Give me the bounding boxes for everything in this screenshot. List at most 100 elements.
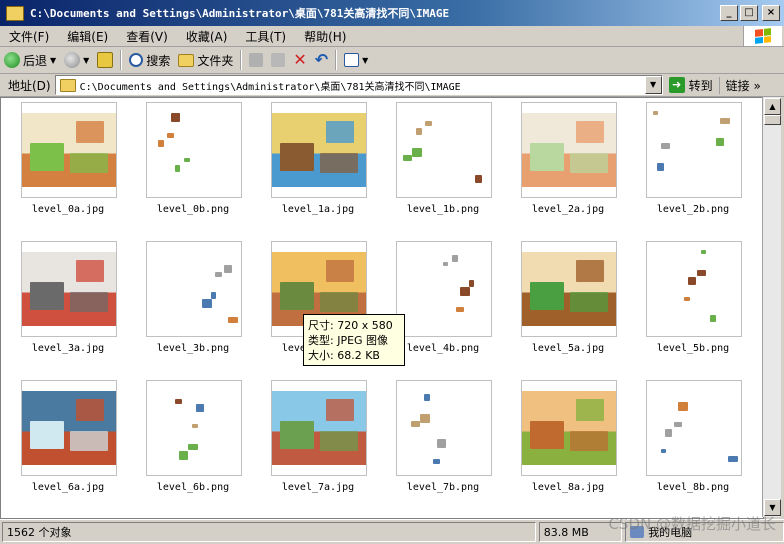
file-thumbnail[interactable] <box>271 380 367 476</box>
file-item[interactable]: level_7a.jpg <box>251 378 371 508</box>
file-item[interactable]: level_8b.png <box>626 378 746 508</box>
sprite-piece <box>443 262 448 266</box>
file-thumbnail[interactable] <box>271 102 367 198</box>
scroll-up-button[interactable]: ▲ <box>764 98 781 115</box>
title-bar[interactable]: C:\Documents and Settings\Administrator\… <box>0 0 784 26</box>
file-thumbnail[interactable] <box>146 102 242 198</box>
menu-file[interactable]: 文件(F) <box>0 28 58 45</box>
minimize-button[interactable]: _ <box>720 5 738 21</box>
sprite-piece <box>196 404 204 412</box>
file-item[interactable]: level_3b.png <box>126 239 246 369</box>
sprite-piece <box>175 399 182 404</box>
back-button[interactable]: 后退 ▼ <box>0 49 60 71</box>
move-to-button[interactable] <box>245 49 267 71</box>
file-name-label: level_7b.png <box>406 482 480 493</box>
file-item[interactable]: level_1a.jpg <box>251 100 371 230</box>
menu-view[interactable]: 查看(V) <box>117 28 177 45</box>
folders-button[interactable]: 文件夹 <box>174 49 237 71</box>
file-thumbnail[interactable] <box>646 380 742 476</box>
file-name-label: level_5a.jpg <box>531 343 605 354</box>
scene-thumbnail-image <box>22 391 116 465</box>
menu-favorites[interactable]: 收藏(A) <box>177 28 237 45</box>
sprite-piece <box>460 287 470 296</box>
file-list-view[interactable]: level_0a.jpg level_0b.png level_1a.jpg leve… <box>0 97 764 519</box>
sprite-piece <box>425 121 432 126</box>
folders-label: 文件夹 <box>197 53 234 68</box>
file-thumbnail[interactable] <box>396 241 492 337</box>
search-icon <box>129 53 144 67</box>
forward-button[interactable]: ▼ <box>60 49 93 71</box>
address-dropdown-icon[interactable]: ▼ <box>644 76 662 94</box>
scroll-thumb[interactable] <box>764 115 781 125</box>
status-object-count: 1562 个对象 <box>2 522 536 542</box>
file-thumbnail[interactable] <box>396 102 492 198</box>
file-thumbnail[interactable] <box>396 380 492 476</box>
file-thumbnail[interactable] <box>646 241 742 337</box>
menu-edit[interactable]: 编辑(E) <box>58 28 117 45</box>
file-thumbnail[interactable] <box>646 102 742 198</box>
sprite-piece <box>661 143 670 149</box>
sprite-piece <box>684 297 690 301</box>
close-button[interactable]: × <box>762 5 780 21</box>
sprite-piece <box>184 158 190 162</box>
sprite-piece <box>437 439 446 448</box>
file-info-tooltip: 尺寸: 720 x 580 类型: JPEG 图像 大小: 68.2 KB <box>303 314 405 366</box>
maximize-button[interactable]: □ <box>740 5 758 21</box>
folder-icon <box>6 5 24 21</box>
vertical-scrollbar[interactable]: ▲ ▼ <box>762 97 781 517</box>
sprite-piece <box>701 250 706 254</box>
tooltip-type: 类型: JPEG 图像 <box>308 334 389 347</box>
windows-flag-icon <box>755 28 771 44</box>
sprite-piece <box>456 307 464 312</box>
go-button[interactable]: ➜ 转到 <box>663 77 719 94</box>
file-item[interactable]: level_3a.jpg <box>1 239 121 369</box>
file-thumbnail[interactable] <box>21 380 117 476</box>
back-label: 后退 <box>23 53 48 68</box>
file-thumbnail[interactable] <box>21 102 117 198</box>
menu-help[interactable]: 帮助(H) <box>295 28 355 45</box>
forward-arrow-icon <box>64 52 81 68</box>
file-item[interactable]: level_6b.png <box>126 378 246 508</box>
sprite-piece <box>665 429 672 437</box>
file-item[interactable]: level_0a.jpg <box>1 100 121 230</box>
file-thumbnail[interactable] <box>146 241 242 337</box>
forward-dropdown-icon[interactable]: ▼ <box>83 56 89 65</box>
sprite-piece <box>211 292 216 299</box>
file-name-label: level_2a.jpg <box>531 204 605 215</box>
file-thumbnail[interactable] <box>21 241 117 337</box>
undo-button[interactable]: ↶ <box>311 49 332 71</box>
file-item[interactable]: level_1b.png <box>376 100 496 230</box>
delete-button[interactable]: ✕ <box>289 49 310 71</box>
sprite-piece <box>678 402 688 411</box>
sprite-piece <box>424 394 430 401</box>
search-button[interactable]: 搜索 <box>125 49 174 71</box>
sprite-piece <box>657 163 664 171</box>
back-dropdown-icon[interactable]: ▼ <box>50 56 56 65</box>
links-button[interactable]: 链接 » <box>718 76 761 94</box>
file-item[interactable]: level_7b.png <box>376 378 496 508</box>
file-item[interactable]: level_0b.png <box>126 100 246 230</box>
menu-tools[interactable]: 工具(T) <box>236 28 295 45</box>
file-thumbnail[interactable] <box>521 102 617 198</box>
file-name-label: level_3b.png <box>156 343 230 354</box>
address-label: 地址(D) <box>8 78 51 93</box>
file-item[interactable]: level_2b.png <box>626 100 746 230</box>
file-item[interactable]: level_5b.png <box>626 239 746 369</box>
address-input[interactable]: C:\Documents and Settings\Administrator\… <box>54 75 663 95</box>
file-item[interactable]: level_5a.jpg <box>501 239 621 369</box>
delete-icon: ✕ <box>293 50 307 69</box>
file-item[interactable]: level_2a.jpg <box>501 100 621 230</box>
up-folder-button[interactable] <box>93 49 117 71</box>
views-icon <box>344 53 360 67</box>
file-thumbnail[interactable] <box>146 380 242 476</box>
file-thumbnail[interactable] <box>521 380 617 476</box>
sprite-piece <box>688 277 696 285</box>
file-thumbnail[interactable] <box>521 241 617 337</box>
file-name-label: level_3a.jpg <box>31 343 105 354</box>
sprite-piece <box>202 299 212 308</box>
views-button[interactable]: ▼ <box>340 49 372 71</box>
file-item[interactable]: level_6a.jpg <box>1 378 121 508</box>
views-dropdown-icon[interactable]: ▼ <box>362 56 368 65</box>
copy-to-button[interactable] <box>267 49 289 71</box>
file-item[interactable]: level_8a.jpg <box>501 378 621 508</box>
